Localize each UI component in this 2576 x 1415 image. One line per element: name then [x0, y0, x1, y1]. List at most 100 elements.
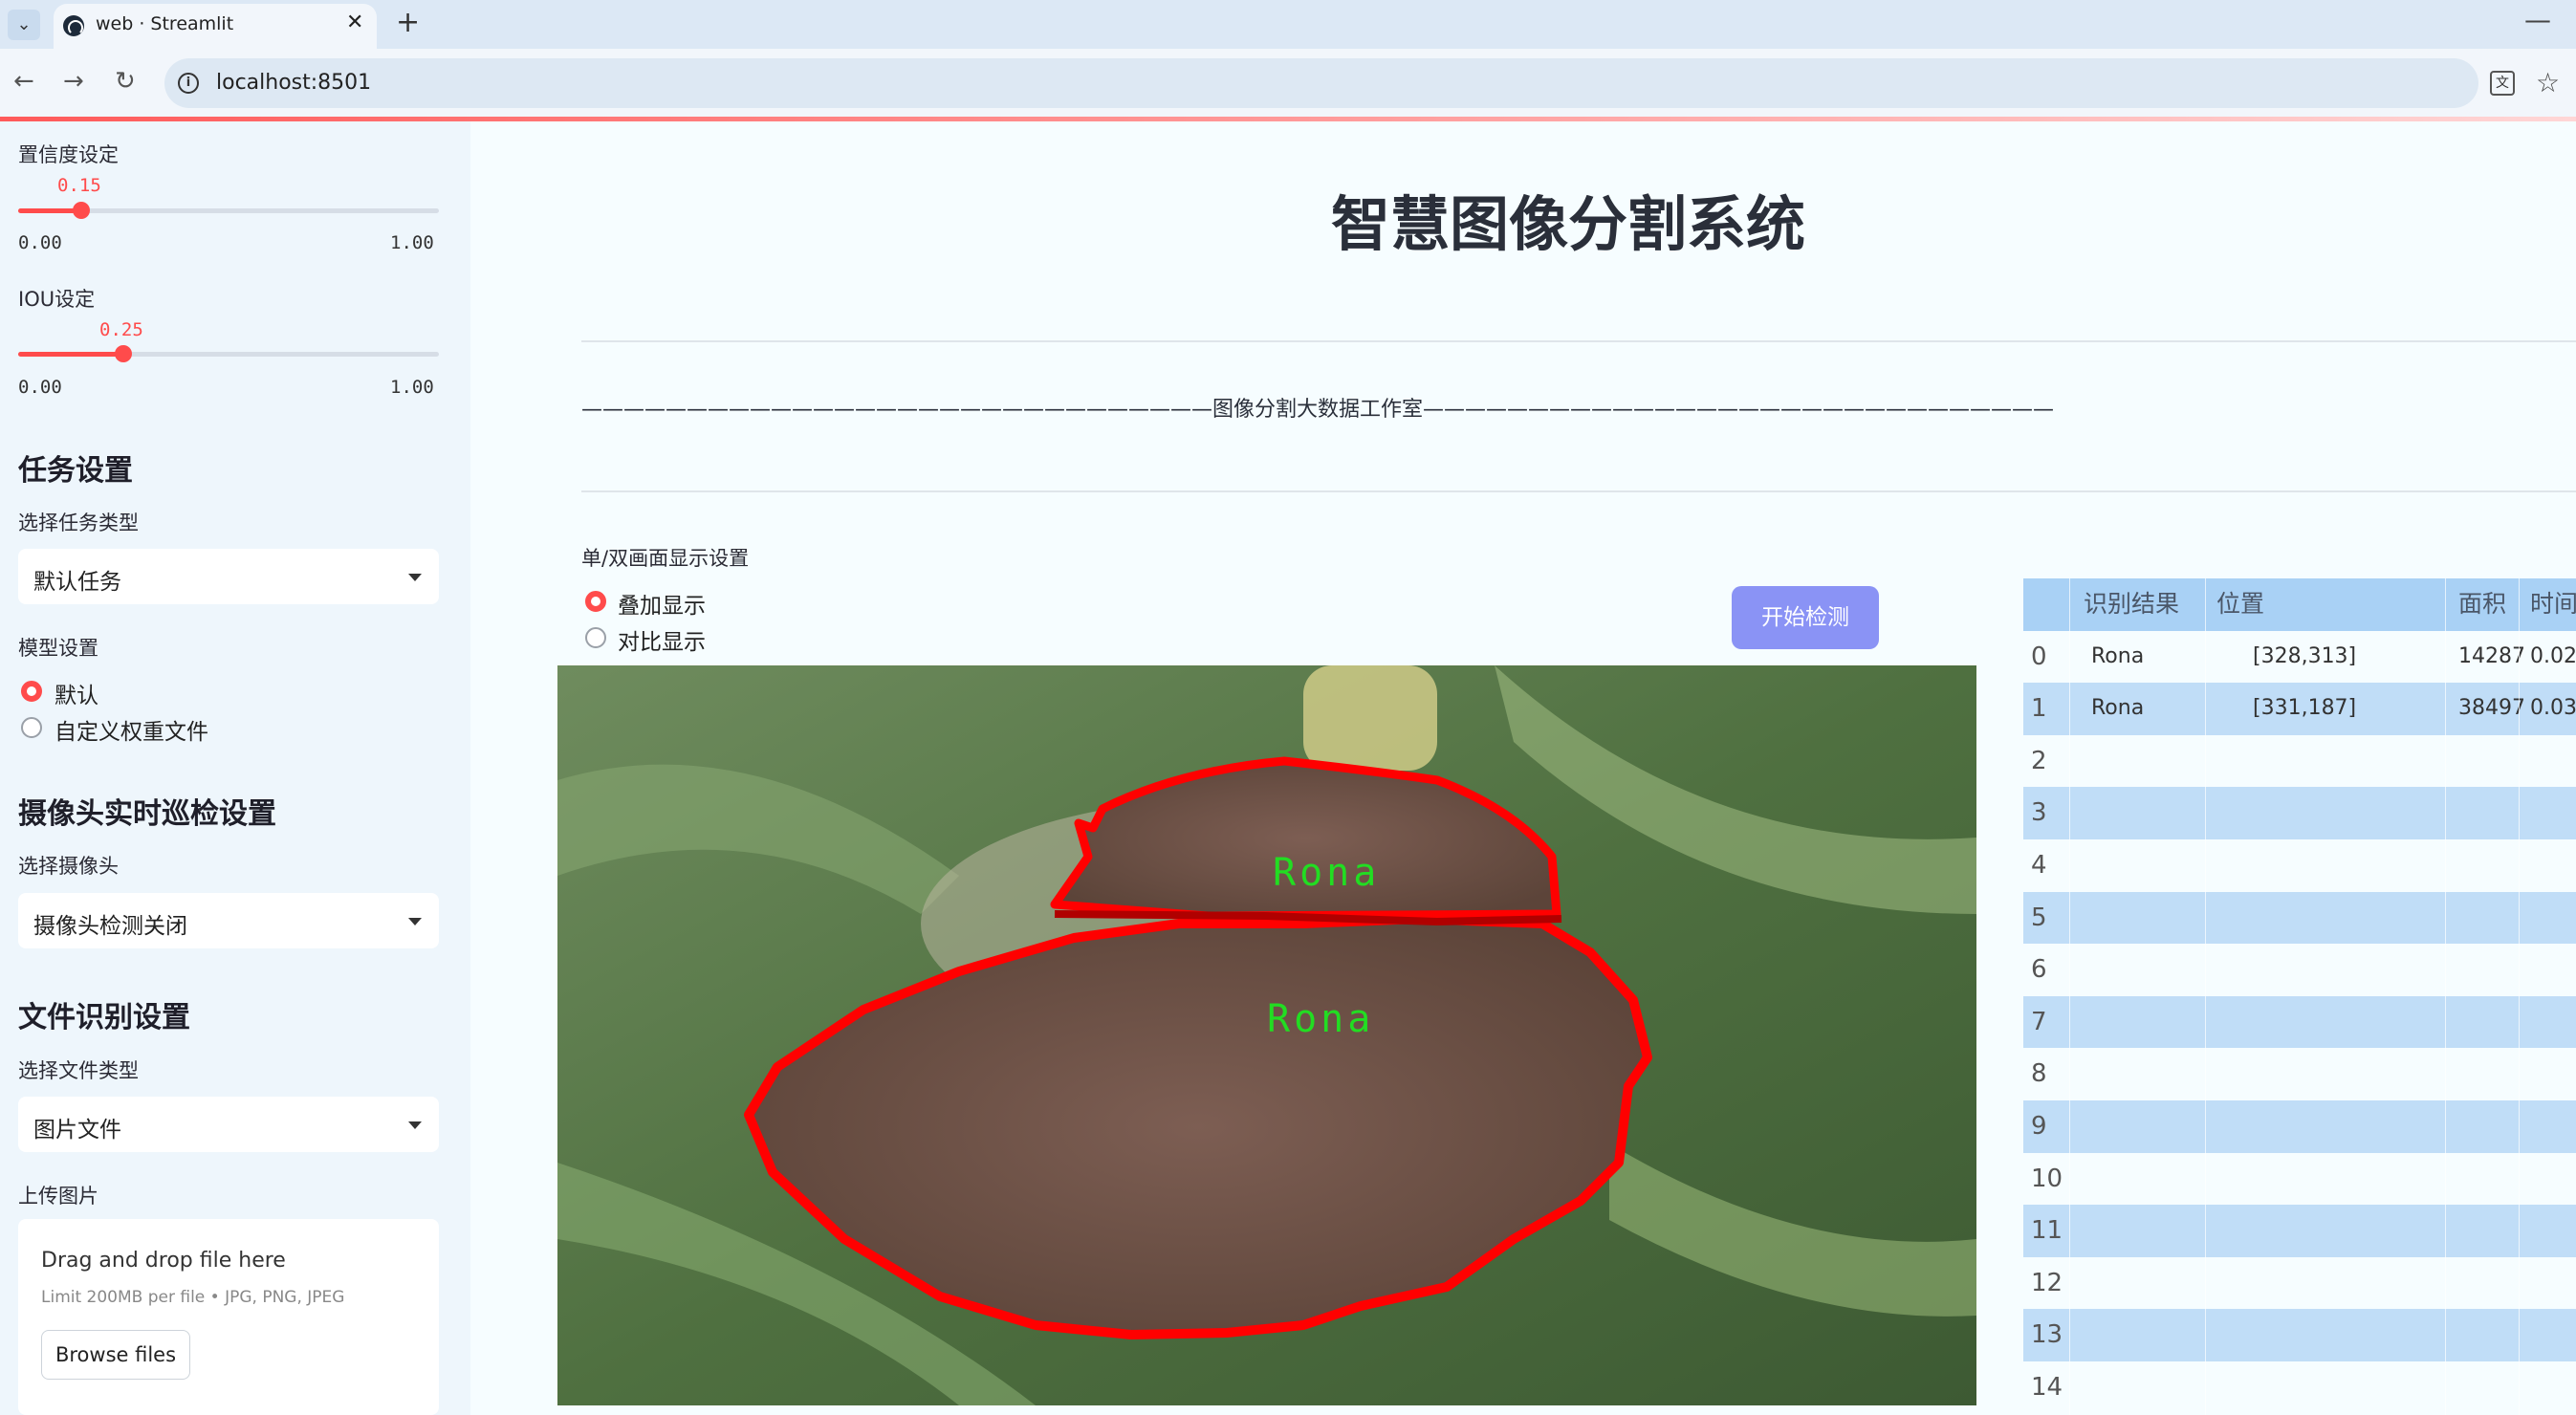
confidence-label: 置信度设定 — [18, 143, 119, 166]
table-cell — [2091, 1205, 2216, 1257]
display-option-overlay[interactable]: 叠加显示 — [618, 587, 706, 620]
table-row[interactable]: 2 — [2023, 735, 2576, 788]
table-cell — [2458, 1153, 2523, 1206]
table-cell — [2458, 1309, 2523, 1361]
table-cell — [2253, 1205, 2488, 1257]
url-text[interactable]: localhost:8501 — [216, 71, 371, 95]
camera-select-label: 选择摄像头 — [18, 855, 119, 878]
table-cell — [2091, 839, 2216, 892]
table-cell — [2458, 1257, 2523, 1310]
table-row[interactable]: 1 Rona [331,187] 38497 0.03 — [2023, 683, 2576, 735]
minimize-icon[interactable]: — — [2524, 4, 2551, 35]
table-column-separator — [2445, 578, 2446, 1415]
table-cell: 1 — [2031, 694, 2047, 724]
forward-arrow-icon[interactable]: → — [63, 67, 84, 96]
display-radio-overlay[interactable] — [585, 591, 606, 612]
tab-title: web · Streamlit — [96, 13, 234, 34]
file-settings-header: 文件识别设置 — [18, 1001, 190, 1034]
table-cell: 8 — [2031, 1059, 2047, 1089]
table-cell — [2091, 787, 2216, 839]
table-cell — [2530, 1100, 2576, 1153]
iou-slider-thumb[interactable] — [115, 345, 132, 362]
table-cell — [2530, 1048, 2576, 1100]
display-radio-compare[interactable] — [585, 627, 606, 648]
confidence-min: 0.00 — [18, 232, 62, 253]
confidence-value: 0.15 — [57, 175, 101, 196]
table-row[interactable]: 9 — [2023, 1100, 2576, 1153]
start-detection-button[interactable]: 开始检测 — [1732, 586, 1879, 649]
table-cell — [2091, 944, 2216, 996]
model-option-default[interactable]: 默认 — [55, 677, 98, 709]
table-cell: 142878 — [2458, 643, 2523, 668]
table-cell — [2253, 787, 2488, 839]
table-row[interactable]: 8 — [2023, 1048, 2576, 1100]
table-cell — [2530, 1153, 2576, 1206]
table-cell — [2458, 1205, 2523, 1257]
divider — [581, 490, 2576, 492]
file-type-label: 选择文件类型 — [18, 1059, 139, 1082]
yellow-stem — [1303, 665, 1437, 771]
table-cell: 9 — [2031, 1112, 2047, 1141]
table-row[interactable]: 14 — [2023, 1361, 2576, 1414]
table-row[interactable]: 3 — [2023, 787, 2576, 839]
bookmark-star-icon[interactable]: ☆ — [2536, 67, 2560, 98]
table-header-cell — [2031, 578, 2073, 631]
table-row[interactable]: 10 — [2023, 1153, 2576, 1206]
table-cell: 0.03 — [2530, 696, 2576, 721]
translate-icon[interactable]: 文 — [2490, 71, 2515, 96]
table-cell — [2530, 996, 2576, 1049]
table-cell — [2458, 1048, 2523, 1100]
camera-select[interactable]: 摄像头检测关闭 — [18, 893, 439, 948]
table-cell — [2530, 944, 2576, 996]
table-cell — [2091, 1361, 2216, 1414]
model-radio-custom[interactable] — [21, 717, 42, 738]
table-column-separator — [2519, 578, 2520, 1415]
table-cell — [2458, 1100, 2523, 1153]
display-option-compare[interactable]: 对比显示 — [618, 623, 706, 656]
file-type-selected: 图片文件 — [33, 1118, 121, 1143]
model-option-custom[interactable]: 自定义权重文件 — [55, 713, 208, 746]
table-row[interactable]: 0 Rona [328,313] 142878 0.02 — [2023, 631, 2576, 684]
model-radio-default[interactable] — [21, 681, 42, 702]
back-arrow-icon[interactable]: ← — [13, 67, 34, 96]
table-row[interactable]: 12 — [2023, 1257, 2576, 1310]
table-row[interactable]: 5 — [2023, 891, 2576, 945]
table-header-row[interactable]: 识别结果 位置 面积 时间 — [2023, 578, 2576, 631]
table-cell — [2530, 735, 2576, 788]
task-type-select[interactable]: 默认任务 — [18, 549, 439, 604]
table-cell: 10 — [2031, 1164, 2063, 1193]
table-row[interactable]: 7 — [2023, 995, 2576, 1049]
table-cell — [2091, 1100, 2216, 1153]
table-cell — [2458, 839, 2523, 892]
confidence-max: 1.00 — [390, 232, 434, 253]
table-cell: [331,187] — [2253, 696, 2357, 721]
upload-label: 上传图片 — [18, 1185, 98, 1208]
table-header-cell: 位置 — [2216, 590, 2265, 618]
table-cell: 5 — [2031, 903, 2047, 932]
table-cell — [2530, 1205, 2576, 1257]
browse-files-button[interactable]: Browse files — [41, 1330, 190, 1380]
table-row[interactable]: 4 — [2023, 839, 2576, 892]
table-row[interactable]: 11 — [2023, 1205, 2576, 1257]
mask-label-2: Rona — [1267, 997, 1374, 1041]
confidence-slider-thumb[interactable] — [73, 202, 90, 219]
reload-icon[interactable]: ↻ — [115, 67, 136, 96]
table-cell — [2458, 787, 2523, 839]
iou-label: IOU设定 — [18, 288, 96, 311]
tab-search-chevron-icon[interactable]: ⌄ — [8, 10, 40, 40]
tab-close-icon[interactable]: ✕ — [346, 11, 363, 34]
table-cell: Rona — [2091, 643, 2145, 668]
table-cell — [2091, 1257, 2216, 1310]
address-bar[interactable] — [164, 58, 2478, 108]
results-table[interactable]: 识别结果 位置 面积时间 0 Rona [328,313] 142878 0.02 1 Rona [… — [2023, 578, 2576, 1415]
chevron-down-icon — [408, 574, 422, 581]
table-cell: 7 — [2031, 1007, 2047, 1036]
table-header-cell: 面积 — [2458, 590, 2507, 618]
site-info-icon[interactable]: i — [178, 73, 199, 94]
table-row[interactable]: 13 — [2023, 1309, 2576, 1361]
table-cell: [328,313] — [2253, 643, 2357, 668]
file-type-select[interactable]: 图片文件 — [18, 1097, 439, 1152]
new-tab-icon[interactable]: + — [396, 6, 420, 39]
table-cell — [2458, 996, 2523, 1049]
table-row[interactable]: 6 — [2023, 944, 2576, 996]
